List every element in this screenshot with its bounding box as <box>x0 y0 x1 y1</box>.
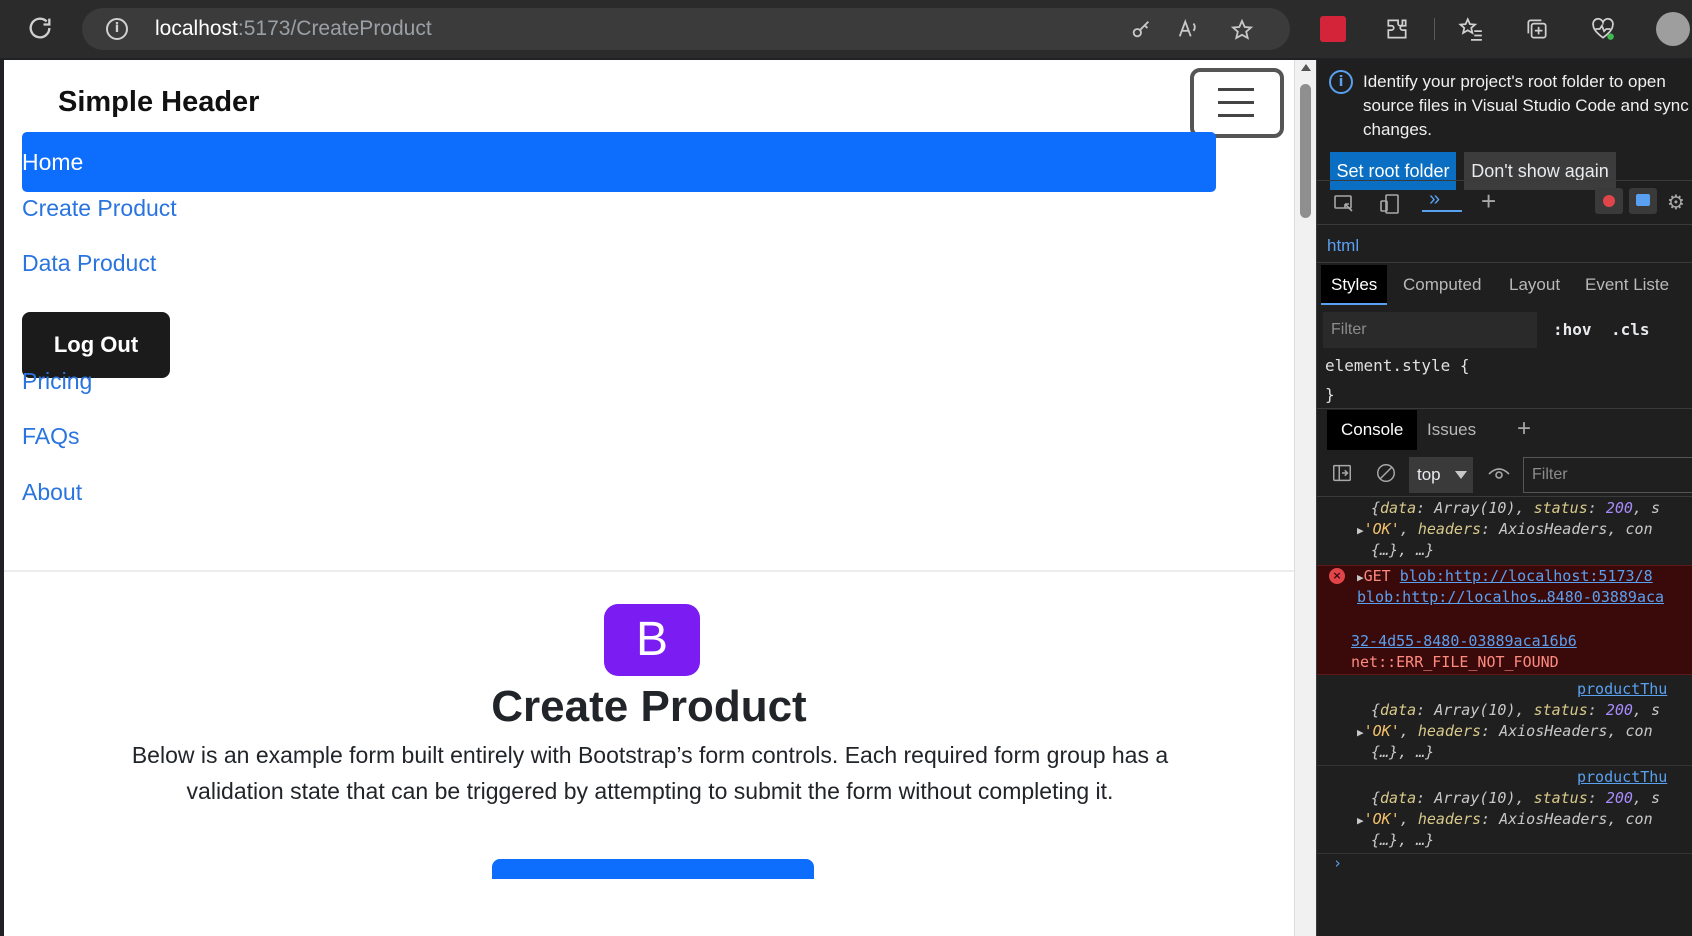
console-prompt-icon[interactable]: › <box>1333 853 1692 874</box>
dom-breadcrumb[interactable]: html <box>1327 236 1359 256</box>
reload-icon[interactable] <box>26 14 54 42</box>
page-description: Below is an example form built entirely … <box>131 742 1169 804</box>
hov-toggle[interactable]: :hov <box>1553 320 1592 339</box>
nav-link-about[interactable]: About <box>22 479 82 506</box>
favorites-icon[interactable] <box>1458 16 1484 42</box>
browser-essentials-icon[interactable] <box>1590 16 1616 42</box>
navbar-toggle-button[interactable] <box>1190 68 1284 138</box>
add-tool-icon[interactable]: + <box>1481 186 1496 217</box>
console-log-entry[interactable]: ▶'OK', headers: AxiosHeaders, con <box>1357 809 1692 831</box>
read-aloud-icon[interactable] <box>1176 18 1200 40</box>
console-tool-icon[interactable]: » <box>1429 188 1440 211</box>
primary-button[interactable] <box>492 859 814 879</box>
console-log-entry[interactable]: {…}, …} <box>1371 540 1692 561</box>
console-log-entry[interactable]: {data: Array(10), status: 200, s <box>1371 788 1692 809</box>
console-log-entry[interactable]: {data: Array(10), status: 200, s <box>1371 700 1692 721</box>
profile-avatar[interactable] <box>1656 12 1690 46</box>
device-emulation-icon[interactable] <box>1377 192 1403 216</box>
expand-triangle-icon[interactable]: ▶ <box>1357 726 1364 739</box>
cls-toggle[interactable]: .cls <box>1611 320 1650 339</box>
tab-styles[interactable]: Styles <box>1321 265 1388 305</box>
set-root-folder-button[interactable]: Set root folder <box>1330 152 1456 190</box>
scroll-thumb[interactable] <box>1300 84 1311 218</box>
browser-toolbar: i localhost:5173/CreateProduct <box>0 0 1692 58</box>
add-drawer-tab-icon[interactable]: + <box>1517 415 1531 443</box>
sidebar-toggle-icon[interactable] <box>1331 462 1353 484</box>
dont-show-again-button[interactable]: Don't show again <box>1464 152 1616 190</box>
element-style-close: } <box>1325 385 1335 404</box>
error-url-line[interactable]: blob:http://localhos…8480-03889aca <box>1357 587 1692 608</box>
hamburger-line <box>1218 88 1254 91</box>
devtools-panel: i Identify your project's root folder to… <box>1316 60 1692 936</box>
error-request-line[interactable]: ▶GET blob:http://localhost:5173/8 <box>1357 566 1692 588</box>
collections-icon[interactable] <box>1524 16 1550 42</box>
nav-link-data-product[interactable]: Data Product <box>22 250 156 277</box>
console-log-entry[interactable]: {…}, …} <box>1371 830 1692 851</box>
error-icon: × <box>1329 568 1345 584</box>
hamburger-line <box>1218 101 1254 104</box>
live-expression-eye-icon[interactable] <box>1487 464 1511 484</box>
divider <box>1317 408 1692 409</box>
page-title: Create Product <box>491 682 807 731</box>
nav-link-pricing[interactable]: Pricing <box>22 368 92 395</box>
url-text[interactable]: localhost:5173/CreateProduct <box>155 17 432 41</box>
divider <box>1317 496 1692 497</box>
infobar-message: Identify your project's root folder to o… <box>1363 72 1689 139</box>
context-selector[interactable]: top <box>1409 457 1473 493</box>
console-filter-input[interactable]: Filter <box>1523 457 1692 493</box>
address-bar[interactable]: i localhost:5173/CreateProduct <box>82 8 1290 50</box>
expand-triangle-icon[interactable]: ▶ <box>1357 814 1364 827</box>
info-icon: i <box>1329 70 1353 94</box>
expand-triangle-icon[interactable]: ▶ <box>1357 571 1364 584</box>
active-tool-indicator <box>1422 210 1462 212</box>
tab-layout[interactable]: Layout <box>1499 265 1570 305</box>
console-log-entry[interactable]: ▶'OK', headers: AxiosHeaders, con <box>1357 721 1692 743</box>
divider <box>1317 180 1692 181</box>
expand-triangle-icon[interactable]: ▶ <box>1357 524 1364 537</box>
key-icon[interactable] <box>1130 18 1152 40</box>
toolbar-divider <box>1434 18 1435 40</box>
styles-filter-input[interactable]: Filter <box>1323 312 1537 348</box>
tab-console[interactable]: Console <box>1327 410 1418 450</box>
nav-link-home[interactable]: Home <box>22 132 1216 192</box>
log-source-link[interactable]: productThu <box>1577 767 1692 788</box>
messages-count-icon[interactable] <box>1629 188 1657 214</box>
divider <box>1317 262 1692 263</box>
log-source-link[interactable]: productThu <box>1577 679 1692 700</box>
console-log-entry[interactable]: ▶'OK', headers: AxiosHeaders, con <box>1357 519 1692 541</box>
tab-issues[interactable]: Issues <box>1413 410 1490 450</box>
tab-event-listeners[interactable]: Event Liste <box>1575 265 1679 305</box>
clear-console-icon[interactable] <box>1375 462 1397 484</box>
inspect-element-icon[interactable] <box>1331 192 1357 216</box>
tab-computed[interactable]: Computed <box>1393 265 1491 305</box>
element-style-rule[interactable]: element.style { <box>1325 356 1470 375</box>
page-viewport: Simple Header Home Create Product Data P… <box>4 60 1294 936</box>
nav-link-faqs[interactable]: FAQs <box>22 423 80 450</box>
divider <box>1317 224 1692 225</box>
favorite-star-icon[interactable] <box>1230 18 1254 42</box>
scroll-up-arrow-icon[interactable] <box>1301 64 1311 71</box>
error-url-line[interactable]: 32-4d55-8480-03889aca16b6 <box>1351 631 1692 652</box>
brand-title[interactable]: Simple Header <box>58 86 259 119</box>
header-divider <box>4 570 1294 572</box>
page-scrollbar[interactable] <box>1294 60 1316 936</box>
console-log-entry[interactable]: {…}, …} <box>1371 742 1692 763</box>
mendeley-extension-icon[interactable] <box>1320 16 1346 42</box>
divider <box>1317 765 1692 766</box>
bootstrap-logo: B <box>604 604 700 676</box>
hamburger-line <box>1218 114 1254 117</box>
site-info-icon[interactable]: i <box>106 18 128 40</box>
error-message: net::ERR_FILE_NOT_FOUND <box>1351 653 1559 671</box>
customize-icon[interactable]: ⚙ <box>1667 190 1685 215</box>
extensions-icon[interactable] <box>1384 16 1410 42</box>
nav-link-create-product[interactable]: Create Product <box>22 195 177 222</box>
console-log-entry[interactable]: {data: Array(10), status: 200, s <box>1371 498 1692 519</box>
error-count-icon[interactable] <box>1595 188 1623 214</box>
